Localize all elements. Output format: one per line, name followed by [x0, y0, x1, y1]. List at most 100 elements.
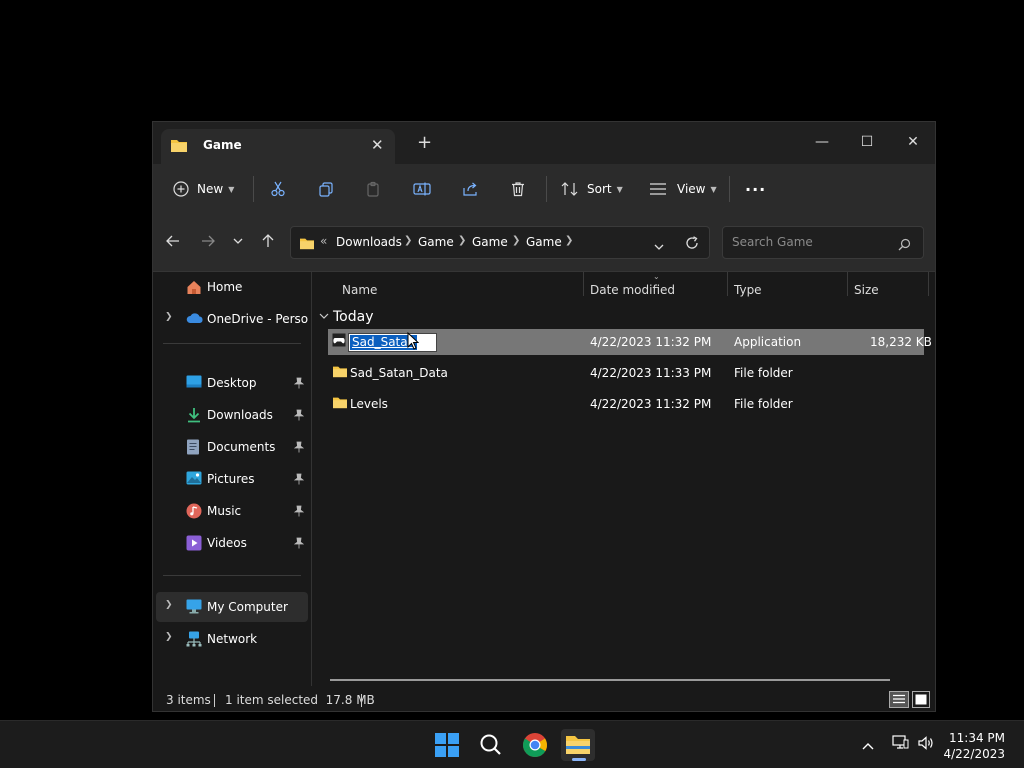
chevron-right-icon[interactable]: ❯ [512, 235, 520, 246]
sidebar-item-home[interactable]: Home [153, 272, 311, 302]
horizontal-scrollbar[interactable] [330, 679, 890, 681]
chrome-icon[interactable] [518, 729, 552, 761]
file-rows: Sad_Satan 4/22/2023 11:32 PM Application… [314, 271, 938, 421]
sidebar-item-documents[interactable]: Documents [153, 432, 311, 462]
chevron-right-icon[interactable]: ❯ [404, 235, 412, 246]
pictures-icon [186, 471, 202, 488]
cell-name: Levels [350, 397, 388, 411]
sidebar-item-onedrive[interactable]: ❯ OneDrive - Persona [153, 304, 311, 334]
cloud-icon [186, 311, 204, 328]
chevron-right-icon[interactable]: ❯ [165, 312, 173, 322]
new-tab-button[interactable]: + [417, 133, 432, 153]
document-icon [186, 439, 200, 458]
sidebar-item-pictures[interactable]: Pictures [153, 464, 311, 494]
delete-button[interactable] [510, 177, 526, 201]
chevron-right-icon[interactable]: ❯ [458, 235, 466, 246]
copy-button[interactable] [318, 177, 334, 201]
tab-close-icon[interactable]: ✕ [371, 136, 384, 154]
sidebar-item-label: Music [207, 504, 242, 518]
refresh-icon[interactable] [685, 235, 699, 254]
rename-input[interactable]: Sad_Satan [348, 333, 437, 352]
sidebar-item-label: My Computer [207, 600, 288, 614]
new-button[interactable]: New ▼ [173, 177, 234, 201]
sort-button[interactable]: Sort ▼ [561, 177, 623, 201]
share-icon [462, 181, 478, 197]
breadcrumb-game[interactable]: Game [526, 235, 562, 249]
start-button[interactable] [430, 729, 464, 761]
status-divider [361, 694, 362, 707]
chevron-right-icon[interactable]: ❯ [165, 600, 173, 610]
details-view-button[interactable] [889, 691, 909, 708]
system-clock[interactable]: 11:34 PM 4/22/2023 [943, 730, 1005, 762]
pin-icon [293, 473, 305, 488]
file-explorer-taskbar-icon[interactable] [561, 729, 595, 761]
sidebar-item-downloads[interactable]: Downloads [153, 400, 311, 430]
taskbar: 11:34 PM 4/22/2023 [0, 720, 1024, 768]
overflow-crumbs[interactable]: « [320, 234, 327, 248]
sidebar-item-label: Downloads [207, 408, 273, 422]
network-status-icon[interactable] [891, 735, 909, 755]
pane-splitter[interactable] [311, 272, 312, 686]
volume-icon[interactable] [917, 735, 935, 755]
folder-icon [332, 364, 348, 381]
navigation-bar: « Downloads ❯ Game ❯ Game ❯ Game ❯ Searc… [153, 214, 935, 272]
up-arrow-icon[interactable] [260, 233, 276, 253]
cell-name: Sad_Satan_Data [350, 366, 448, 380]
search-icon[interactable] [474, 729, 508, 761]
recent-locations-chevron-icon[interactable] [232, 233, 244, 253]
chevron-up-icon[interactable] [861, 737, 875, 756]
toolbar-divider [546, 176, 547, 202]
home-icon [186, 279, 202, 298]
download-icon [186, 407, 202, 426]
minimize-button[interactable]: — [800, 128, 844, 156]
command-bar: New ▼ Sort ▼ View ▼ ··· [153, 164, 935, 214]
folder-icon [170, 137, 188, 157]
plus-circle-icon [173, 181, 189, 197]
sort-label: Sort [587, 182, 612, 196]
cut-button[interactable] [270, 177, 286, 201]
address-dropdown-chevron-icon[interactable] [653, 237, 665, 256]
status-item-count: 3 items [166, 693, 211, 707]
sidebar-item-videos[interactable]: Videos [153, 528, 311, 558]
sidebar-item-music[interactable]: Music [153, 496, 311, 526]
breadcrumb-downloads[interactable]: Downloads [336, 235, 402, 249]
back-arrow-icon[interactable] [165, 233, 181, 253]
sidebar-item-network[interactable]: ❯ Network [153, 624, 311, 654]
chevron-right-icon[interactable]: ❯ [565, 235, 573, 246]
chevron-right-icon[interactable]: ❯ [165, 632, 173, 642]
forward-arrow-icon[interactable] [200, 233, 216, 253]
sidebar-divider [163, 343, 301, 344]
navigation-pane: Home ❯ OneDrive - Persona Desktop Downlo… [153, 272, 311, 686]
address-bar[interactable]: « Downloads ❯ Game ❯ Game ❯ Game ❯ [290, 226, 710, 259]
cell-date: 4/22/2023 11:32 PM [590, 397, 712, 411]
paste-icon [365, 181, 381, 197]
cell-date: 4/22/2023 11:32 PM [590, 335, 712, 349]
more-options-button[interactable]: ··· [745, 177, 766, 201]
close-button[interactable]: ✕ [891, 128, 935, 156]
toolbar-divider [253, 176, 254, 202]
desktop-icon [186, 375, 202, 392]
search-icon[interactable] [898, 236, 911, 255]
table-row[interactable]: Levels 4/22/2023 11:32 PM File folder [328, 391, 924, 417]
large-icons-view-button[interactable] [912, 691, 930, 708]
share-button[interactable] [462, 177, 478, 201]
view-icon [649, 181, 667, 197]
scissors-icon [270, 181, 286, 197]
clock-time: 11:34 PM [949, 731, 1005, 745]
maximize-button[interactable]: ☐ [845, 128, 889, 156]
rename-button[interactable] [413, 177, 431, 201]
search-input[interactable]: Search Game [722, 226, 924, 259]
breadcrumb-game[interactable]: Game [418, 235, 454, 249]
folder-icon [332, 395, 348, 412]
sidebar-item-desktop[interactable]: Desktop [153, 368, 311, 398]
pin-icon [293, 409, 305, 424]
mouse-cursor-icon [407, 331, 420, 354]
paste-button[interactable] [365, 177, 381, 201]
table-row[interactable]: Sad_Satan_Data 4/22/2023 11:33 PM File f… [328, 360, 924, 386]
view-button[interactable]: View ▼ [649, 177, 717, 201]
tab-game[interactable]: Game ✕ [161, 129, 395, 164]
sidebar-item-label: Home [207, 280, 243, 294]
status-selection: 1 item selected 17.8 MB [225, 693, 375, 707]
breadcrumb-game[interactable]: Game [472, 235, 508, 249]
sidebar-item-my-computer[interactable]: ❯ My Computer [156, 592, 308, 622]
